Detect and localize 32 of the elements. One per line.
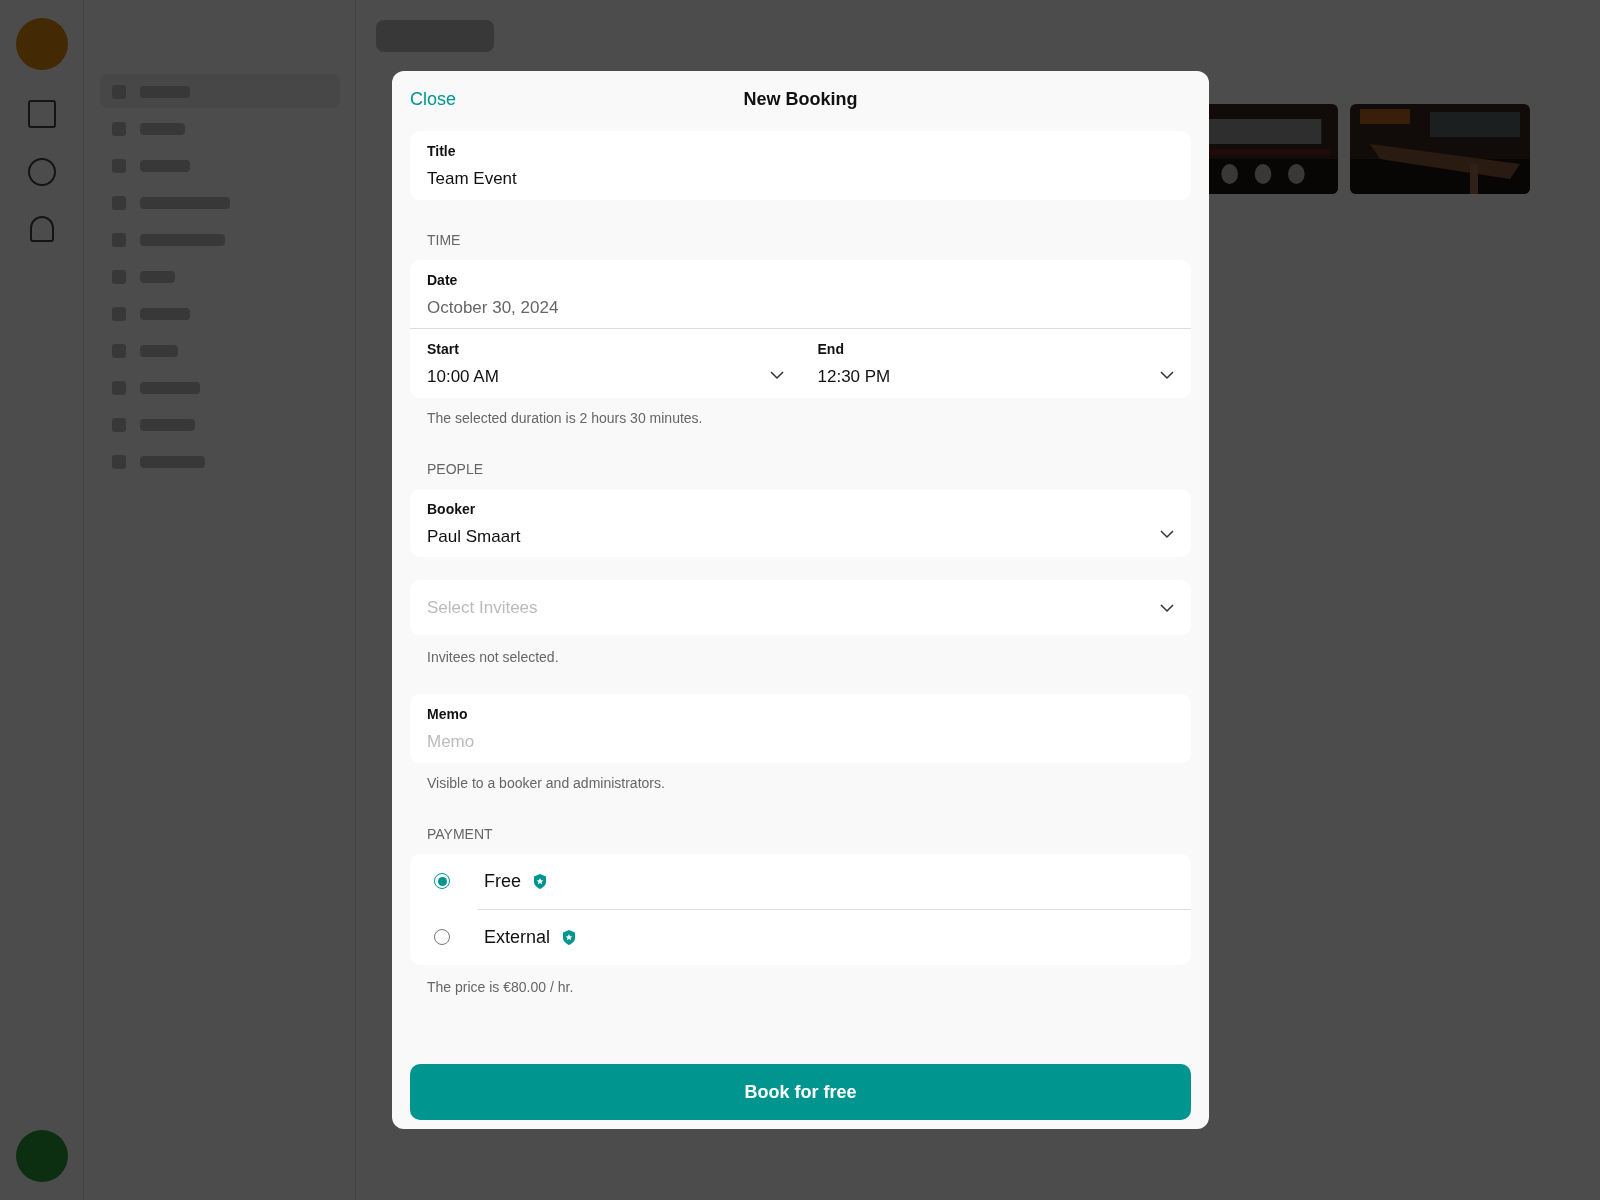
section-heading: TIME [426, 230, 462, 250]
field-label: Booker [427, 499, 477, 519]
end-time-select[interactable]: 12:30 PM [817, 364, 1160, 390]
shield-star-icon [562, 929, 577, 945]
invitees-select[interactable]: Select Invitees [410, 580, 1191, 635]
memo-note: Visible to a booker and administrators. [426, 773, 666, 793]
price-note: The price is €80.00 / hr. [426, 977, 575, 997]
section-heading: PEOPLE [426, 459, 485, 479]
field-label: End [817, 340, 845, 359]
book-button[interactable]: Book for free [410, 1064, 1191, 1120]
section-heading: PAYMENT [426, 824, 494, 844]
field-label: Start [427, 340, 460, 359]
dialog-title: New Booking [743, 87, 858, 111]
invitees-input[interactable]: Select Invitees [427, 594, 1160, 621]
close-link[interactable]: Close [410, 85, 457, 113]
field-label: Date [427, 270, 459, 290]
booker-input[interactable]: Paul Smaart [427, 523, 1160, 549]
option-label: Free [484, 869, 521, 893]
chevron-down-icon [1160, 527, 1174, 541]
field-label: Memo [427, 705, 469, 724]
shield-star-icon [533, 873, 547, 889]
memo-input[interactable]: Memo [427, 729, 1174, 755]
invitees-note: Invitees not selected. [426, 648, 560, 667]
title-field[interactable]: Title Team Event [410, 131, 1191, 200]
booker-select[interactable]: Booker Paul Smaart [410, 488, 1191, 557]
duration-note: The selected duration is 2 hours 30 minutes. [426, 408, 704, 428]
start-time-select[interactable]: 10:00 AM [427, 364, 770, 390]
title-input[interactable]: Team Event [427, 166, 1174, 192]
memo-field[interactable]: Memo Memo [410, 694, 1191, 763]
field-label: Title [427, 142, 457, 161]
date-field[interactable]: October 30, 2024 [427, 294, 1174, 320]
option-label: External [484, 925, 551, 949]
